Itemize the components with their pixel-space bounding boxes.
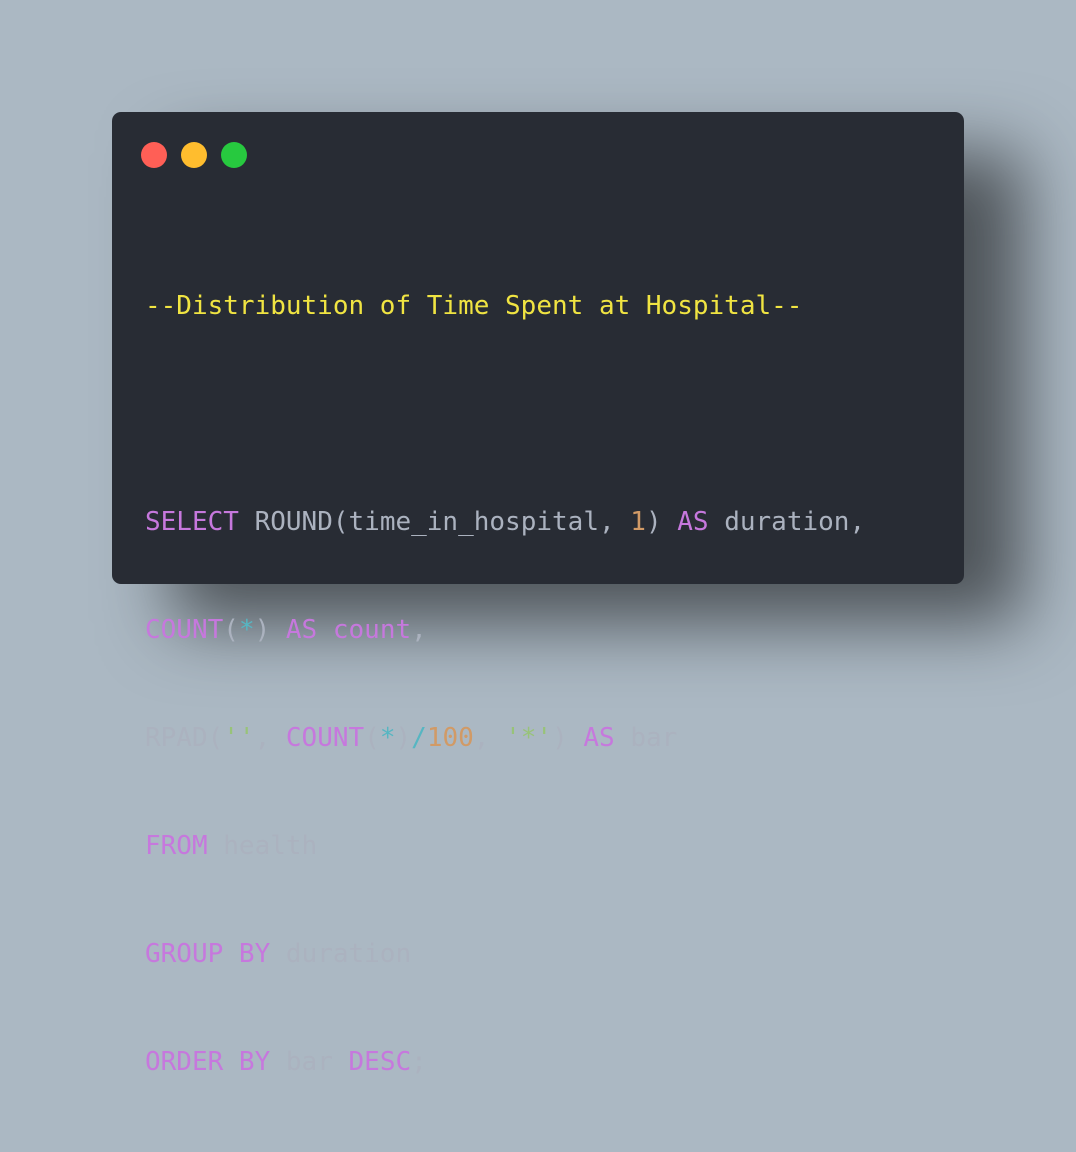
function-count: COUNT xyxy=(285,723,365,753)
code-line-count: COUNT(*) AS count, xyxy=(145,612,865,648)
operator-divide: / xyxy=(411,723,427,753)
alias: bar xyxy=(614,723,678,753)
operator-star: * xyxy=(238,615,255,645)
code-block: --Distribution of Time Spent at Hospital… xyxy=(145,216,865,1152)
keyword-desc: DESC xyxy=(348,1047,412,1077)
paren: ( xyxy=(364,723,380,753)
paren: ) xyxy=(552,723,584,753)
separator: , xyxy=(254,723,286,753)
number-literal: 100 xyxy=(426,723,474,753)
paren: ( xyxy=(207,723,224,753)
close-button[interactable] xyxy=(141,142,167,168)
code-line-select: SELECT ROUND(time_in_hospital, 1) AS dur… xyxy=(145,504,865,540)
comma: , xyxy=(411,615,427,645)
table-name: health xyxy=(207,831,318,861)
number-literal: 1 xyxy=(630,507,646,537)
alias: count xyxy=(317,615,412,645)
paren: ( xyxy=(332,507,349,537)
maximize-button[interactable] xyxy=(221,142,247,168)
function-count: COUNT xyxy=(145,615,224,645)
keyword-order-by: ORDER BY xyxy=(145,1047,271,1077)
column-name: duration xyxy=(270,939,412,969)
code-comment: --Distribution of Time Spent at Hospital… xyxy=(145,291,803,321)
paren: ) xyxy=(254,615,286,645)
string-empty: '' xyxy=(223,723,255,753)
function-round: ROUND xyxy=(254,507,333,537)
code-line-group-by: GROUP BY duration xyxy=(145,936,865,972)
code-window: --Distribution of Time Spent at Hospital… xyxy=(112,112,964,1077)
paren: ( xyxy=(223,615,239,645)
keyword-group-by: GROUP BY xyxy=(145,939,271,969)
separator: , xyxy=(473,723,506,753)
paren: ) xyxy=(395,723,412,753)
window-controls xyxy=(141,142,247,168)
paren: ) xyxy=(645,507,678,537)
keyword-from: FROM xyxy=(145,831,208,861)
column-name: time_in_hospital, xyxy=(348,507,631,537)
keyword-as: AS xyxy=(285,615,318,645)
string-star: '*' xyxy=(505,723,553,753)
operator-star: * xyxy=(379,723,396,753)
alias: duration, xyxy=(708,507,866,537)
code-line-rpad: RPAD('', COUNT(*)/100, '*') AS bar xyxy=(145,720,865,756)
keyword-select: SELECT xyxy=(145,507,239,537)
minimize-button[interactable] xyxy=(181,142,207,168)
code-line-from: FROM health xyxy=(145,828,865,864)
keyword-as: AS xyxy=(583,723,615,753)
column-name: bar xyxy=(270,1047,349,1077)
code-line-order-by: ORDER BY bar DESC; xyxy=(145,1044,865,1080)
function-rpad: RPAD xyxy=(145,723,208,753)
keyword-as: AS xyxy=(677,507,709,537)
semicolon: ; xyxy=(411,1047,427,1077)
